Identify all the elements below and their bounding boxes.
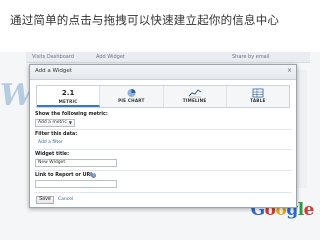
background-add-widget: Add Widget [96,54,125,60]
divider [34,170,292,171]
dialog-title: Add a Widget [35,68,72,74]
help-icon[interactable]: ? [91,173,96,178]
table-icon [252,88,264,98]
cancel-link[interactable]: Cancel [58,197,73,202]
tab-label: TIMELINE [182,98,207,103]
divider [34,129,292,130]
save-button[interactable]: Save [36,196,54,204]
widget-title-label: Widget title: [35,152,70,157]
add-filter-link[interactable]: Add a filter [38,140,63,145]
background-panel [296,70,307,188]
filter-label: Filter this data: [35,132,78,137]
divider [34,149,292,150]
slide-title: 通过简单的点击与拖拽可以快速建立起你的信息中心 [10,13,280,27]
metric-select-value: Add a metric [38,120,67,125]
background-share: Share by email [232,54,270,60]
tab-label: TABLE [250,98,266,103]
metric-select[interactable]: Add a metric ▼ [35,119,75,127]
background-title: Visits Dashboard [32,54,74,60]
link-url-input[interactable] [35,180,117,188]
tab-timeline[interactable]: TIMELINE [163,86,227,107]
pie-chart-icon [127,89,136,97]
logo-letter: e [303,200,315,220]
metric-icon: 2.1 [61,89,75,97]
widget-type-tabs: 2.1 METRIC PIE CHART TIMELINE TABLE [36,85,290,108]
metric-label: Show the following metric: [35,112,108,117]
divider [34,192,292,193]
tab-metric[interactable]: 2.1 METRIC [37,86,101,107]
dialog-header: Add a Widget × [30,65,296,80]
chevron-down-icon: ▼ [68,120,72,125]
tab-table[interactable]: TABLE [226,86,289,107]
tab-pie-chart[interactable]: PIE CHART [100,86,164,107]
link-label: Link to Report or URL: [35,173,96,178]
tab-label: PIE CHART [118,98,145,103]
add-widget-dialog: Add a Widget × 2.1 METRIC PIE CHART TIME… [29,64,297,208]
tab-label: METRIC [58,99,78,104]
widget-title-input[interactable]: New Widget [35,159,117,167]
timeline-icon [188,89,201,98]
close-icon[interactable]: × [287,67,292,74]
